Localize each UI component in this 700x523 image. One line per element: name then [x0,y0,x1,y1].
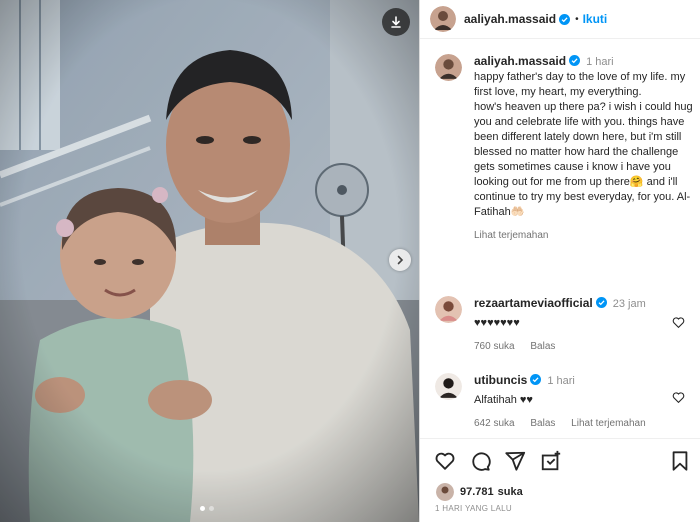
separator: • [575,13,579,25]
verified-icon [595,297,607,308]
comment-likes[interactable]: 642 suka [474,418,515,429]
reply-button[interactable]: Balas [530,418,555,429]
reply-button[interactable]: Balas [530,341,555,352]
comment-username[interactable]: rezaartameviaofficial [474,296,593,310]
comment-item: rezaartameviaofficial 23 jam ♥♥♥♥♥♥♥ 760 … [435,296,696,354]
avatar[interactable] [435,373,462,400]
liker-avatar [435,482,455,502]
action-icons [434,450,691,474]
post-header: aaliyah.massaid • Ikuti [420,0,700,39]
comment-text: Alfatihah ♥♥ [474,394,533,406]
verified-icon [530,374,542,385]
next-slide-button[interactable] [389,249,411,271]
likes-suffix: suka [497,486,523,498]
share-icon[interactable] [504,450,526,472]
chevron-right-icon [397,255,404,265]
bookmark-icon[interactable] [669,450,691,472]
comment-likes[interactable]: 760 suka [474,341,515,352]
download-icon [391,16,401,28]
caption-username[interactable]: aaliyah.massaid [474,54,566,68]
post-media[interactable] [0,0,419,522]
comments-list[interactable]: aaliyah.massaid 1 hari happy father's day… [420,46,700,438]
comment-body: utibuncis 1 hari Alfatihah ♥♥ 642 suka Ba… [474,373,696,431]
follow-button[interactable]: Ikuti [583,12,608,26]
avatar[interactable] [435,54,462,81]
post-username[interactable]: aaliyah.massaid [464,12,556,26]
comment-time: 23 jam [612,298,646,310]
avatar[interactable] [430,6,456,32]
download-button[interactable] [382,8,410,36]
translate-link[interactable]: Lihat terjemahan [474,230,549,241]
comment-time: 1 hari [547,375,575,387]
post-date[interactable]: 1 HARI YANG LALU [435,504,512,513]
caption-item: aaliyah.massaid 1 hari happy father's day… [435,54,696,243]
heart-icon[interactable] [672,391,685,404]
comment-icon[interactable] [469,450,491,472]
heart-icon[interactable] [434,450,456,472]
comment-body: rezaartameviaofficial 23 jam ♥♥♥♥♥♥♥ 760 … [474,296,696,354]
comment-username[interactable]: utibuncis [474,373,527,387]
comment-item: utibuncis 1 hari Alfatihah ♥♥ 642 suka Ba… [435,373,696,431]
caption-text: happy father's day to the love of my lif… [474,71,693,218]
comment-text: ♥♥♥♥♥♥♥ [474,317,520,329]
likes-summary[interactable]: 97.781 suka [435,482,523,502]
post-side-panel: aaliyah.massaid • Ikuti aaliyah.massaid 1… [419,0,700,522]
avatar[interactable] [435,296,462,323]
instagram-post: aaliyah.massaid • Ikuti aaliyah.massaid 1… [0,0,700,522]
carousel-dot [209,506,214,511]
verified-icon [559,13,571,25]
heart-icon[interactable] [672,316,685,329]
carousel-dot [200,506,205,511]
caption-time: 1 hari [586,56,614,68]
add-to-story-icon[interactable] [540,450,562,472]
post-photo [0,0,419,522]
caption-body: aaliyah.massaid 1 hari happy father's day… [474,54,696,243]
action-bar: 97.781 suka 1 HARI YANG LALU [420,438,700,523]
carousel-dots [200,506,214,511]
likes-count: 97.781 [460,486,494,498]
translate-link[interactable]: Lihat terjemahan [571,418,646,429]
verified-icon [569,55,581,66]
